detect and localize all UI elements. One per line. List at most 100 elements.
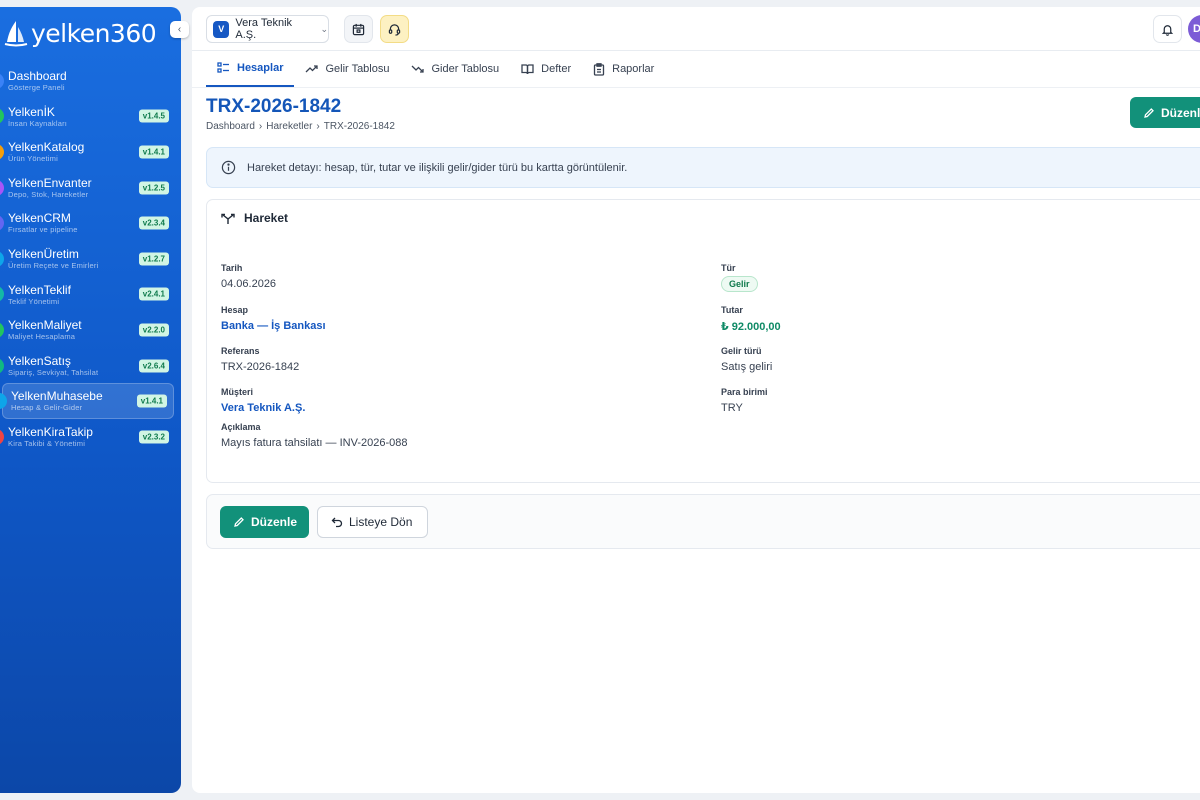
- company-selector[interactable]: V Vera Teknik A.Ş. ⌄: [206, 15, 329, 43]
- sidebar-item-label: YelkenKiraTakip: [8, 424, 93, 439]
- field-label: Tarih: [221, 263, 243, 273]
- amount-value: ₺ 92.000,00: [721, 321, 781, 333]
- sidebar-item-label: YelkenÜretim: [8, 247, 79, 262]
- tab-label: Raporlar: [612, 63, 655, 75]
- sidebar-item-subtitle: Gösterge Paneli: [8, 83, 65, 93]
- sidebar-item-yelken-retim[interactable]: YelkenÜretim Üretim Reçete ve Emirleri v1.…: [0, 241, 175, 277]
- sidebar-item-text: YelkenTeklif Teklif Yönetimi: [8, 284, 71, 306]
- field-label: Tür: [721, 263, 736, 273]
- sidebar-item-yelkensat-[interactable]: YelkenSatış Sipariş, Sevkiyat, Tahsilat v2…: [0, 348, 175, 384]
- sidebar-item-yelkencrm[interactable]: YelkenCRM Fırsatlar ve pipeline v2.3.4: [0, 205, 175, 241]
- tab-defter[interactable]: Defter: [510, 51, 582, 87]
- edit-button-label: Düzenle: [251, 515, 298, 529]
- list-icon: [217, 62, 230, 74]
- tab-hesaplar[interactable]: Hesaplar: [206, 51, 295, 87]
- collapse-sidebar-button[interactable]: ‹: [170, 21, 189, 38]
- transaction-card: Hareket Tarih 04.06.2026 Tür Gelir Hesap…: [206, 199, 1200, 483]
- action-bar: Düzenle Listeye Dön: [206, 494, 1200, 549]
- sailboat-icon: [4, 21, 28, 47]
- edit-button-top[interactable]: Düzenle: [1130, 97, 1200, 128]
- sidebar-item-label: YelkenTeklif: [8, 282, 71, 297]
- module-color-dot: [0, 286, 4, 303]
- tab-label: Gelir Tablosu: [325, 63, 390, 75]
- logo-text: yelken360: [31, 18, 157, 48]
- field-para-birimi: Para birimi TRY: [721, 387, 768, 414]
- version-badge: v2.3.4: [138, 216, 169, 230]
- field-aciklama: Açıklama Mayıs fatura tahsilatı — INV-20…: [221, 422, 407, 449]
- sidebar-item-label: YelkenKatalog: [8, 140, 85, 155]
- version-badge: v1.4.5: [138, 109, 169, 123]
- module-color-dot: [0, 143, 4, 160]
- module-color-dot: [0, 179, 4, 196]
- card-header: Hareket: [221, 211, 288, 225]
- sidebar-item-subtitle: Sipariş, Sevkiyat, Tahsilat: [8, 367, 99, 377]
- field-referans: Referans TRX-2026-1842: [221, 346, 299, 373]
- notifications-button[interactable]: [1153, 15, 1182, 43]
- sidebar-item-yelkeni-k[interactable]: YelkenİK İnsan Kaynakları v1.4.5: [0, 99, 175, 135]
- module-color-dot: [0, 72, 4, 89]
- card-title: Hareket: [244, 211, 289, 225]
- field-value: 04.06.2026: [221, 278, 277, 290]
- sidebar-item-yelkenkatalog[interactable]: YelkenKatalog Ürün Yönetimi v1.4.1: [0, 134, 175, 170]
- page-title: TRX-2026-1842: [206, 96, 342, 117]
- tab-gider-tablosu[interactable]: Gider Tablosu: [400, 51, 510, 87]
- tab-label: Gider Tablosu: [431, 63, 500, 75]
- module-color-dot: [0, 250, 4, 267]
- module-color-dot: [0, 215, 4, 232]
- chevron-down-icon: ⌄: [320, 23, 328, 34]
- sidebar-item-dashboard[interactable]: Dashboard Gösterge Paneli: [0, 63, 175, 99]
- sidebar-item-yelkenmaliyet[interactable]: YelkenMaliyet Maliyet Hesaplama v2.2.0: [0, 312, 175, 348]
- version-badge: v2.2.0: [138, 323, 169, 337]
- sidebar-item-label: YelkenSatış: [8, 353, 71, 368]
- sidebar-item-subtitle: Teklif Yönetimi: [8, 296, 60, 306]
- breadcrumb: Dashboard › Hareketler › TRX-2026-1842: [206, 121, 395, 132]
- sidebar-item-text: YelkenEnvanter Depo, Stok, Hareketler: [8, 177, 92, 199]
- field-value: Mayıs fatura tahsilatı — INV-2026-088: [221, 437, 408, 449]
- main-panel: V Vera Teknik A.Ş. ⌄ D Hesaplar Gelir Tab…: [192, 7, 1200, 793]
- customer-link[interactable]: Vera Teknik A.Ş.: [221, 402, 305, 414]
- field-label: Gelir türü: [721, 346, 762, 356]
- tab-gelir-tablosu[interactable]: Gelir Tablosu: [294, 51, 400, 87]
- field-label: Referans: [221, 346, 260, 356]
- sidebar-item-label: YelkenİK: [8, 104, 55, 119]
- support-button[interactable]: [380, 15, 409, 43]
- version-badge: v1.4.1: [138, 145, 169, 159]
- account-link[interactable]: Banka — İş Bankası: [221, 320, 326, 332]
- breadcrumb-separator: ›: [258, 121, 263, 132]
- field-label: Hesap: [221, 305, 249, 315]
- topbar: V Vera Teknik A.Ş. ⌄ D: [192, 7, 1200, 51]
- app-logo[interactable]: yelken360: [4, 15, 157, 51]
- breadcrumb-dashboard[interactable]: Dashboard: [206, 121, 255, 132]
- sidebar-item-yelkenenvanter[interactable]: YelkenEnvanter Depo, Stok, Hareketler v1.2…: [0, 170, 175, 206]
- sidebar-item-label: YelkenCRM: [8, 211, 71, 226]
- split-arrows-icon: [221, 213, 235, 224]
- sidebar-item-yelkenmuhasebe[interactable]: YelkenMuhasebe Hesap & Gelir-Gider v1.4.1: [0, 383, 174, 419]
- company-avatar: V: [213, 20, 230, 38]
- user-avatar[interactable]: D: [1188, 15, 1200, 43]
- undo-arrow-icon: [331, 517, 343, 528]
- type-badge: Gelir: [721, 276, 758, 292]
- version-badge: v1.4.1: [136, 394, 167, 408]
- module-color-dot: [0, 321, 4, 338]
- sidebar-item-subtitle: Maliyet Hesaplama: [8, 332, 76, 342]
- sidebar-item-subtitle: Ürün Yönetimi: [8, 154, 58, 164]
- info-alert: Hareket detayı: hesap, tür, tutar ve ili…: [206, 147, 1200, 188]
- field-hesap: Hesap Banka — İş Bankası: [221, 305, 326, 332]
- tab-raporlar[interactable]: Raporlar: [582, 51, 665, 87]
- sidebar-item-yelkenkiratakip[interactable]: YelkenKiraTakip Kira Takibi & Yönetimi v2.…: [0, 419, 175, 455]
- field-label: Para birimi: [721, 387, 768, 397]
- version-badge: v2.4.1: [138, 287, 169, 301]
- version-badge: v2.6.4: [138, 359, 169, 373]
- edit-button[interactable]: Düzenle: [220, 506, 309, 538]
- info-icon: [221, 160, 236, 175]
- sidebar-item-text: YelkenİK İnsan Kaynakları: [8, 106, 67, 128]
- sidebar-item-label: Dashboard: [8, 69, 67, 84]
- breadcrumb-hareketler[interactable]: Hareketler: [266, 121, 312, 132]
- sidebar-item-label: YelkenMuhasebe: [11, 389, 103, 404]
- breadcrumb-current: TRX-2026-1842: [323, 121, 395, 132]
- sidebar-item-yelkenteklif[interactable]: YelkenTeklif Teklif Yönetimi v2.4.1: [0, 277, 175, 313]
- back-to-list-button[interactable]: Listeye Dön: [317, 506, 428, 538]
- module-color-dot: [0, 393, 7, 410]
- calendar-button[interactable]: [344, 15, 373, 43]
- field-value: Satış geliri: [721, 361, 773, 373]
